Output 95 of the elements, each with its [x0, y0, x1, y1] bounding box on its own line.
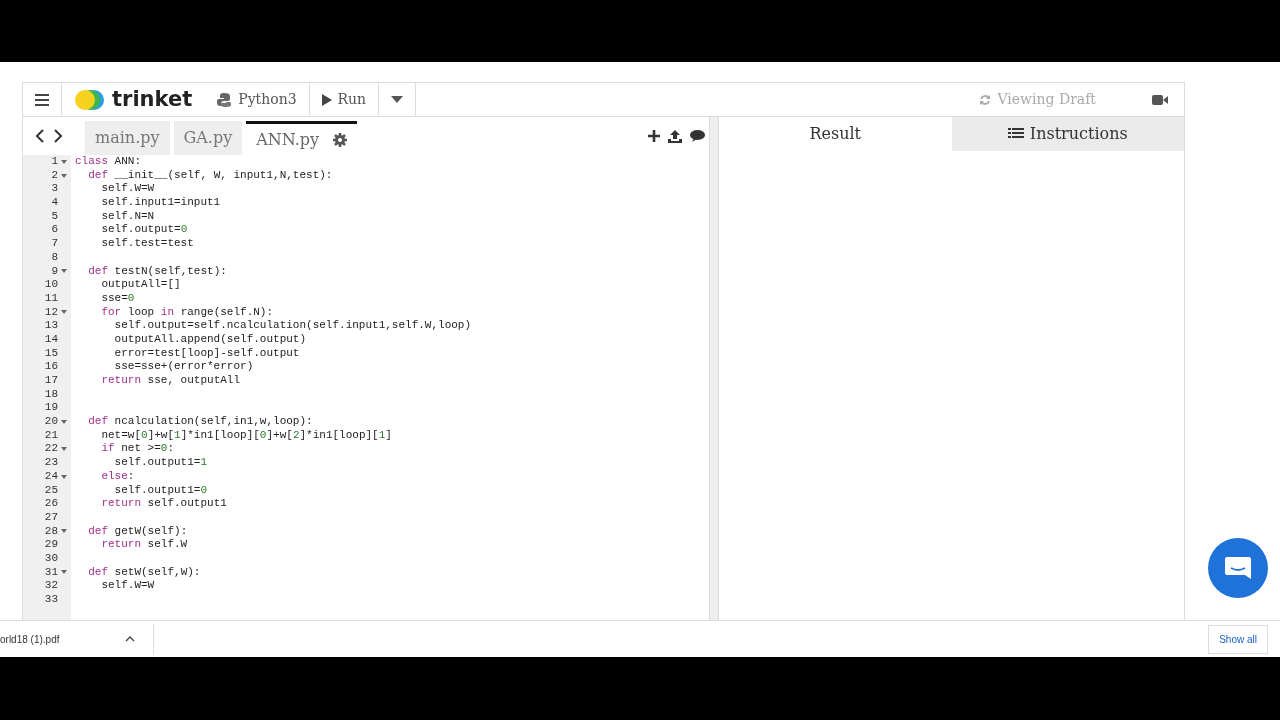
line-number: 23	[44, 456, 58, 470]
code-line: error=test[loop]-self.output	[113, 346, 300, 359]
line-number: 8	[51, 250, 58, 265]
code-line: self.output1=0	[113, 483, 208, 496]
line-number: 12	[44, 305, 58, 320]
line-number: 30	[44, 551, 58, 566]
line-number: 14	[44, 332, 58, 347]
code-line: if net >=0:	[100, 442, 175, 455]
line-number: 11	[44, 291, 58, 306]
fold-arrow-icon[interactable]	[61, 310, 67, 315]
upload-icon[interactable]	[668, 129, 682, 143]
line-number: 1	[51, 155, 58, 169]
line-number: 2	[51, 168, 58, 183]
chat-icon	[1224, 555, 1252, 581]
video-camera-icon[interactable]	[1152, 93, 1168, 106]
line-number: 28	[44, 524, 58, 539]
line-number: 21	[44, 428, 58, 443]
code-line: def setW(self,W):	[87, 565, 201, 578]
code-line: self.output=0	[100, 223, 188, 236]
code-line: for loop in range(self.N):	[100, 305, 274, 318]
line-number: 4	[51, 196, 58, 210]
code-line: return self.output1	[100, 497, 227, 510]
fold-arrow-icon[interactable]	[61, 269, 67, 274]
code-line: self.output=self.ncalculation(self.input1,self.W,loop)	[113, 319, 472, 332]
line-number: 13	[44, 319, 58, 333]
logo-icon	[74, 89, 106, 110]
code-line: self.test=test	[100, 237, 194, 250]
list-icon	[1007, 127, 1024, 141]
line-number: 25	[44, 483, 58, 498]
line-number: 6	[51, 223, 58, 238]
line-number: 5	[51, 209, 58, 224]
code-line: outputAll=[]	[100, 278, 181, 291]
line-number: 32	[44, 579, 58, 593]
chat-button[interactable]	[1208, 538, 1268, 598]
line-number: 16	[44, 360, 58, 374]
python-icon	[216, 91, 233, 108]
show-all-button[interactable]: Show all	[1208, 624, 1268, 654]
line-number: 17	[44, 374, 58, 388]
code-line: self.N=N	[100, 209, 155, 222]
line-number: 9	[51, 264, 58, 279]
code-line: net=w[0]+w[1]*in1[loop][0]+w[2]*in1[loop][1]	[100, 428, 392, 441]
code-line: else:	[100, 469, 135, 482]
status-text: Viewing Draft	[997, 90, 1096, 109]
fold-arrow-icon[interactable]	[61, 474, 67, 479]
code-line: def testN(self,test):	[87, 264, 227, 277]
line-number: 10	[44, 278, 58, 292]
refresh-icon	[979, 93, 992, 106]
fold-arrow-icon[interactable]	[61, 529, 67, 534]
caret-icon	[391, 96, 404, 103]
file-tab[interactable]: GA.py	[173, 121, 243, 155]
line-number: 31	[44, 565, 58, 580]
fold-arrow-icon[interactable]	[61, 570, 67, 575]
code-line: return self.W	[100, 538, 188, 551]
line-number: 7	[51, 237, 58, 251]
menu-icon	[35, 93, 49, 106]
code-line: sse=sse+(error*error)	[113, 360, 254, 373]
line-number: 20	[44, 415, 58, 429]
code-line: def getW(self):	[87, 524, 188, 537]
fold-arrow-icon[interactable]	[61, 419, 67, 424]
comment-icon[interactable]	[690, 130, 705, 142]
language-label: Python3	[238, 90, 297, 109]
line-number: 26	[44, 497, 58, 511]
code-line: class ANN:	[75, 155, 142, 167]
code-line: self.output1=1	[113, 456, 208, 469]
code-line: def __init__(self, W, input1,N,test):	[87, 168, 333, 181]
fold-arrow-icon[interactable]	[61, 447, 67, 452]
line-number: 3	[51, 182, 58, 197]
add-icon[interactable]	[648, 130, 660, 142]
line-number: 24	[44, 469, 58, 484]
chevron-up-icon[interactable]	[125, 636, 136, 642]
download-file-name[interactable]: orld18 (1).pdf	[0, 631, 60, 647]
line-number: 33	[44, 593, 58, 607]
run-button[interactable]: Run	[309, 83, 380, 116]
line-number: 19	[44, 401, 58, 416]
output-tab[interactable]: Instructions	[951, 117, 1184, 151]
brand-name: trinket	[112, 85, 193, 113]
code-line: sse=0	[100, 291, 135, 304]
forward-icon[interactable]	[53, 129, 63, 143]
line-number: 22	[44, 442, 58, 457]
gear-icon[interactable]	[333, 132, 348, 147]
line-number: 18	[44, 387, 58, 402]
line-number: 15	[44, 346, 58, 361]
play-icon	[321, 93, 332, 106]
code-line: self.input1=input1	[100, 196, 221, 209]
line-number: 27	[44, 510, 58, 525]
file-tab[interactable]: main.py	[85, 121, 170, 155]
line-number: 29	[44, 538, 58, 552]
back-icon[interactable]	[35, 129, 45, 143]
code-line: return sse, outputAll	[100, 374, 241, 386]
code-line: def ncalculation(self,in1,w,loop):	[87, 415, 313, 428]
code-line: outputAll.append(self.output)	[113, 332, 307, 345]
code-line: self.W=W	[100, 579, 155, 592]
fold-arrow-icon[interactable]	[61, 159, 67, 164]
code-line: self.W=W	[100, 182, 155, 195]
fold-arrow-icon[interactable]	[61, 173, 67, 178]
